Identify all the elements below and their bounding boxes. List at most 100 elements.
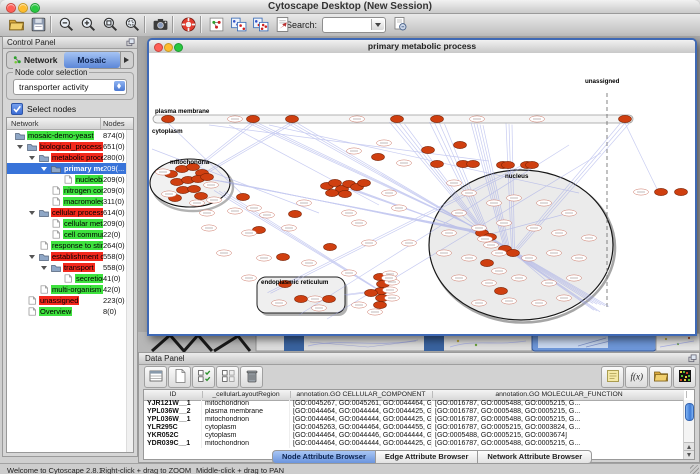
window-titlebar[interactable]: Cytoscape Desktop (New Session) [0, 0, 700, 14]
group-label: Node color selection [13, 68, 89, 77]
table-cell: cytoplasm [202, 424, 290, 432]
table-row[interactable]: YPL036W__1mitochondrion[GO:0044464, GO:0… [144, 416, 684, 424]
zoom-selected-button[interactable] [122, 16, 142, 34]
tree-scrollbar[interactable] [126, 130, 133, 452]
vizmapper-button[interactable] [272, 16, 292, 34]
attribute-browser-tabs: Node Attribute BrowserEdge Attribute Bro… [272, 450, 592, 464]
tree-row-node-count: 264(0) [103, 241, 125, 250]
table-cell: [GO:0044464, GO:0044444, GO:0044425, G..… [290, 408, 432, 416]
column-header[interactable]: annotation.GO CELLULAR_COMPONENT [290, 391, 433, 398]
chevron-down-icon[interactable] [17, 145, 23, 149]
tree-row-label: nucleobase- [75, 175, 103, 184]
import-attributes-button[interactable] [649, 366, 672, 388]
unselect-attributes-button[interactable] [216, 366, 239, 388]
attribute-notes-button[interactable] [601, 366, 624, 388]
tree-row[interactable]: unassigned223(0) [7, 295, 133, 306]
table-row[interactable]: YKR052Ccytoplasm[GO:0044464, GO:0044446,… [144, 432, 684, 440]
matrix-view-button[interactable] [673, 366, 696, 388]
table-row[interactable]: YDR039C__1mitochondrion[GO:0044464, GO:0… [144, 440, 684, 448]
close-view-button[interactable] [154, 43, 163, 52]
tab-edge-attribute-browser[interactable]: Edge Attribute Browser [376, 450, 478, 464]
tab-node-attribute-browser[interactable]: Node Attribute Browser [272, 450, 376, 464]
tree-row[interactable]: cellular metabol209(0) [7, 218, 133, 229]
tree-row-node-count: 42(0) [103, 285, 121, 294]
create-attribute-button[interactable] [168, 366, 191, 388]
network-graph[interactable]: plasma membranecytoplasmmitochondrianucl… [149, 53, 695, 332]
select-attributes-button[interactable] [192, 366, 215, 388]
zoom-view-button[interactable] [174, 43, 183, 52]
open-file-button[interactable] [6, 16, 26, 34]
duplicate-network-button[interactable] [228, 16, 248, 34]
tree-row[interactable]: cellular process614(0) [7, 207, 133, 218]
chevron-down-icon[interactable] [29, 211, 35, 215]
table-cell: [GO:0044464, GO:0044446, GO:0044444, G..… [290, 432, 432, 440]
table-cell: [GO:0016787, GO:0005488, GO:0005215, G..… [432, 440, 686, 448]
search-text-field[interactable] [325, 19, 373, 32]
tree-row[interactable]: nucleobase-209(0) [7, 174, 133, 185]
tree-row-label: mosaic-demo-yeast [27, 131, 94, 140]
tab-overflow-button[interactable] [120, 52, 133, 68]
table-row[interactable]: YLR295Ccytoplasm[GO:0045263, GO:0044464,… [144, 424, 684, 432]
tree-row[interactable]: primary metabo209(... [7, 163, 133, 174]
column-header[interactable]: annotation.GO MOLECULAR_FUNCTION [432, 391, 687, 398]
minimize-view-button[interactable] [164, 43, 173, 52]
tree-row[interactable]: establishment of lo558(0) [7, 251, 133, 262]
tree-row[interactable]: cell communicat22(0) [7, 229, 133, 240]
column-header[interactable]: ID [144, 391, 203, 398]
zoom-fit-button[interactable] [100, 16, 120, 34]
float-panel-icon[interactable] [688, 354, 697, 363]
folder-icon [39, 252, 49, 261]
chevron-down-icon[interactable] [29, 255, 35, 259]
tree-row[interactable]: response to stimulu264(0) [7, 240, 133, 251]
table-scrollbar[interactable] [683, 400, 694, 459]
tree-header[interactable]: Network Nodes [7, 118, 133, 130]
tree-row[interactable]: mosaic-demo-yeast874(0) [7, 130, 133, 141]
tree-row[interactable]: macromolecule311(0) [7, 196, 133, 207]
search-options-button[interactable] [392, 16, 410, 34]
save-button[interactable] [28, 16, 48, 34]
select-nodes-checkbox[interactable] [11, 103, 23, 115]
attribute-table-button[interactable] [144, 366, 167, 388]
duplicate-network-alt-button[interactable] [250, 16, 270, 34]
function-builder-button[interactable]: f(x) [625, 366, 648, 388]
chevron-down-icon[interactable] [29, 156, 35, 160]
search-dropdown-arrow-icon[interactable] [371, 19, 384, 30]
minimize-window-button[interactable] [18, 3, 28, 13]
tree-row[interactable]: nitrogen compo209(0) [7, 185, 133, 196]
column-header[interactable]: _cellularLayoutRegion [202, 391, 291, 398]
tab-network-attribute-browser[interactable]: Network Attribute Browser [478, 450, 592, 464]
status-welcome: Welcome to Cytoscape 2.8.1 [7, 466, 103, 474]
tree-row[interactable]: multi-organism pro42(0) [7, 284, 133, 295]
tree-row-node-count: 209(0) [103, 186, 125, 195]
delete-attribute-button[interactable] [240, 366, 263, 388]
scroll-down-button[interactable] [684, 450, 694, 459]
zoom-window-button[interactable] [30, 3, 40, 13]
tree-row[interactable]: metabolic process280(0) [7, 152, 133, 163]
network-canvas[interactable]: plasma membranecytoplasmmitochondrianucl… [149, 53, 695, 334]
zoom-out-button[interactable] [56, 16, 76, 34]
tab-mosaic[interactable]: Mosaic [64, 52, 121, 68]
create-network-button[interactable] [206, 16, 226, 34]
toolbar-separator [50, 16, 51, 33]
tree-row[interactable]: secretion41(0) [7, 273, 133, 284]
search-input[interactable] [322, 17, 386, 33]
tree-row[interactable]: transport558(0) [7, 262, 133, 273]
network-window-titlebar[interactable]: primary metabolic process [149, 40, 695, 54]
tree-row[interactable]: Overview8(0) [7, 306, 133, 317]
chevron-down-icon[interactable] [41, 266, 47, 270]
tree-row-node-count: 651(0) [103, 142, 125, 151]
tab-network[interactable]: Network [7, 52, 64, 68]
scrollbar-thumb[interactable] [685, 403, 694, 421]
resize-grip[interactable] [690, 465, 699, 474]
export-image-button[interactable] [150, 16, 170, 34]
node-color-dropdown[interactable]: transporter activity [13, 79, 127, 95]
help-button[interactable] [178, 16, 198, 34]
chevron-down-icon[interactable] [41, 167, 47, 171]
zoom-in-button[interactable] [78, 16, 98, 34]
tree-row[interactable]: biological_process651(0) [7, 141, 133, 152]
float-panel-icon[interactable] [126, 38, 135, 47]
table-row[interactable]: YPL036W__2plasma membrane[GO:0044464, GO… [144, 408, 684, 416]
tree-row-label: response to stimulu [51, 241, 103, 250]
close-window-button[interactable] [6, 3, 16, 13]
table-row[interactable]: YJR121W__1mitochondrion[GO:0045267, GO:0… [144, 400, 684, 408]
